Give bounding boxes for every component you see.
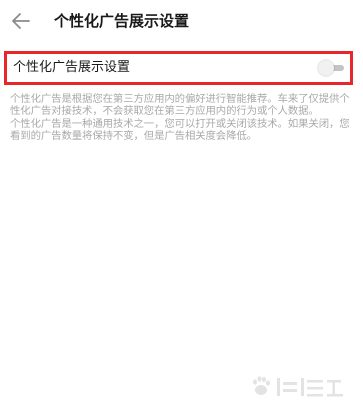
watermark-logo bbox=[247, 370, 357, 404]
page-title: 个性化广告展示设置 bbox=[54, 12, 190, 30]
personalized-ads-toggle[interactable] bbox=[318, 60, 344, 76]
header-bar: 个性化广告展示设置 bbox=[0, 0, 363, 44]
description-paragraph-2: 个性化广告是一种通用技术之一，您可以打开或关闭该技术。如果关闭，您看到的广告数量… bbox=[10, 117, 350, 142]
toggle-knob bbox=[318, 60, 334, 76]
description-text: 个性化广告是根据您在第三方应用内的偏好进行智能推荐。车来了仅提供个性化广告对接技… bbox=[10, 93, 356, 142]
arrow-left-icon bbox=[12, 13, 30, 29]
description-paragraph-1: 个性化广告是根据您在第三方应用内的偏好进行智能推荐。车来了仅提供个性化广告对接技… bbox=[10, 93, 350, 118]
personalized-ads-setting-row[interactable]: 个性化广告展示设置 bbox=[4, 51, 353, 85]
setting-label: 个性化广告展示设置 bbox=[13, 60, 131, 75]
back-button[interactable] bbox=[8, 8, 34, 34]
